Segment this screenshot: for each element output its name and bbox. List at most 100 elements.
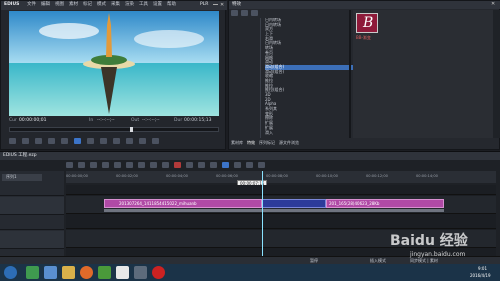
ruler-tick: 00:00:14;00 <box>416 174 438 178</box>
clip-label: 201307264_1411854415022_mihuanb <box>119 201 197 206</box>
tab-source-browser[interactable]: 源文件浏览 <box>279 140 299 148</box>
timecode-row: Cur 00:00:00;01 In --:--:--;-- Out --:--… <box>9 117 219 125</box>
app-edius-icon[interactable] <box>134 266 147 279</box>
transition-block[interactable] <box>262 199 326 208</box>
side-tabs <box>493 10 500 138</box>
cut-icon[interactable] <box>126 162 133 168</box>
app-360-icon[interactable] <box>26 266 39 279</box>
set-out-icon[interactable] <box>22 138 29 144</box>
set-in-icon[interactable] <box>9 138 16 144</box>
menu-bar: 文件 编辑 视图 素材 标记 模式 采集 渲染 工具 设置 帮助 <box>27 2 176 8</box>
export-icon[interactable] <box>258 162 265 168</box>
app-record-icon[interactable] <box>152 266 165 279</box>
panel-splitter[interactable] <box>349 10 351 138</box>
new-sequence-icon[interactable] <box>66 162 73 168</box>
menu-settings[interactable]: 设置 <box>153 2 162 8</box>
minimize-icon[interactable] <box>213 4 218 5</box>
menu-marker[interactable]: 标记 <box>83 2 92 8</box>
next-frame-icon[interactable] <box>100 138 107 144</box>
app-firefox-icon[interactable] <box>80 266 93 279</box>
scrub-handle[interactable] <box>130 127 133 132</box>
close-icon[interactable]: ✕ <box>220 2 225 8</box>
app-browser-icon[interactable] <box>44 266 57 279</box>
view-icon[interactable] <box>251 10 258 16</box>
save-icon[interactable] <box>90 162 97 168</box>
transport-controls <box>9 136 219 146</box>
track-header-v2[interactable] <box>0 216 64 230</box>
sync-icon[interactable] <box>198 162 205 168</box>
project-title: EDIUS 工程.ezp <box>3 153 37 158</box>
menu-mode[interactable]: 模式 <box>97 2 106 8</box>
tab-bin[interactable]: 素材库 <box>231 140 243 148</box>
track-header-v1[interactable] <box>0 186 64 196</box>
undo-icon[interactable] <box>102 162 109 168</box>
close-icon[interactable]: ✕ <box>491 1 495 7</box>
razor-icon[interactable] <box>174 162 181 168</box>
ruler-tick: 00:00:10;00 <box>316 174 338 178</box>
thumbnail-caption: BB-渐变 <box>356 35 371 40</box>
effect-thumbnail[interactable]: B <box>356 13 378 33</box>
menu-clip[interactable]: 素材 <box>69 2 78 8</box>
app-green-icon[interactable] <box>98 266 111 279</box>
menu-render[interactable]: 渲染 <box>125 2 134 8</box>
clock-date[interactable]: 2016/4/19 <box>470 273 491 279</box>
marker-icon[interactable] <box>234 162 241 168</box>
clock-time[interactable]: 9:01 <box>478 266 487 272</box>
menu-view[interactable]: 视图 <box>55 2 64 8</box>
ruler-tick: 00:00:04;00 <box>166 174 188 178</box>
tree-item[interactable]: 滑入 <box>265 130 355 136</box>
menu-edit[interactable]: 编辑 <box>41 2 50 8</box>
delete-icon[interactable] <box>162 162 169 168</box>
menu-capture[interactable]: 采集 <box>111 2 120 8</box>
play-icon[interactable] <box>74 138 81 144</box>
timeline-clip[interactable]: 201307264_1411854415022_mihuanb <box>104 199 262 208</box>
overwrite-icon[interactable] <box>139 138 146 144</box>
timeline-ruler[interactable]: 00:00:00;00 00:00:02;00 00:00:04;00 00:0… <box>66 171 496 183</box>
open-icon[interactable] <box>78 162 85 168</box>
menu-file[interactable]: 文件 <box>27 2 36 8</box>
rewind-icon[interactable] <box>48 138 55 144</box>
effects-bottom-tabs: 素材库 特效 序列标记 源文件浏览 <box>231 140 499 148</box>
thumbnail-letter: B <box>363 15 374 31</box>
playhead[interactable] <box>262 171 263 264</box>
timeline-title-bar: EDIUS 工程.ezp <box>0 152 500 160</box>
menu-icon[interactable] <box>152 138 159 144</box>
dur-time: 00:00:15;13 <box>184 118 212 123</box>
track-v1[interactable] <box>66 185 496 195</box>
app-explorer-icon[interactable] <box>62 266 75 279</box>
track-header-va1[interactable] <box>0 197 64 215</box>
loop-icon[interactable] <box>113 138 120 144</box>
track-v2[interactable] <box>66 215 496 229</box>
start-button[interactable] <box>4 266 17 279</box>
track-va1[interactable]: 201307264_1411854415022_mihuanb 201_165(… <box>66 196 496 214</box>
mixer-icon[interactable] <box>222 162 229 168</box>
timeline-clip[interactable]: 201_165(28)40623_28Kb <box>326 199 444 208</box>
redo-icon[interactable] <box>114 162 121 168</box>
tab-markers[interactable]: 序列标记 <box>259 140 275 148</box>
snap-icon[interactable] <box>210 162 217 168</box>
copy-icon[interactable] <box>138 162 145 168</box>
taskbar: 9:01 2016/4/19 <box>0 264 500 281</box>
player-window: EDIUS 文件 编辑 视图 素材 标记 模式 采集 渲染 工具 设置 帮助 P… <box>0 0 227 150</box>
track-header-a1[interactable] <box>0 231 64 249</box>
app-a-icon[interactable] <box>116 266 129 279</box>
sequence-tab[interactable]: 序列1 <box>2 174 42 181</box>
render-icon[interactable] <box>246 162 253 168</box>
fast-forward-icon[interactable] <box>87 138 94 144</box>
paste-icon[interactable] <box>150 162 157 168</box>
effects-window: 特效 ✕ 日内转场 日内转场 双方 上下 右滑 日内转场 转场 卷页 网格 滑动… <box>228 0 500 150</box>
menu-tools[interactable]: 工具 <box>139 2 148 8</box>
up-icon[interactable] <box>241 10 248 16</box>
menu-help[interactable]: 帮助 <box>167 2 176 8</box>
insert-icon[interactable] <box>126 138 133 144</box>
tab-effects[interactable]: 特效 <box>247 140 255 148</box>
ripple-icon[interactable] <box>186 162 193 168</box>
ruler-tick: 00:00:08;00 <box>266 174 288 178</box>
prev-frame-icon[interactable] <box>35 138 42 144</box>
ruler-tick: 00:00:12;00 <box>366 174 388 178</box>
in-label: In <box>89 118 94 123</box>
stop-icon[interactable] <box>61 138 68 144</box>
scrub-bar[interactable] <box>9 127 219 132</box>
folder-icon[interactable] <box>231 10 238 16</box>
app-title: EDIUS <box>4 2 20 7</box>
